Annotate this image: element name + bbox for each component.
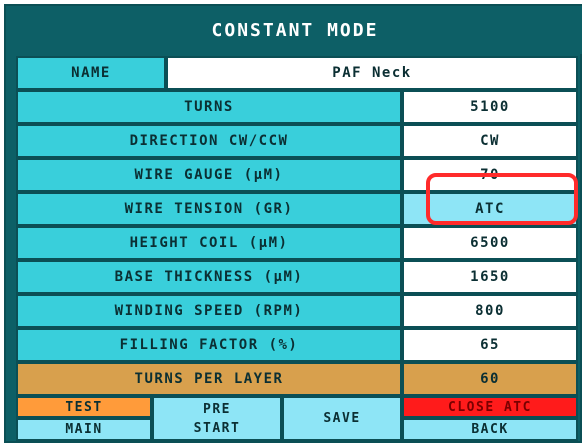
test-button[interactable]: TEST bbox=[16, 396, 152, 418]
pre-start-line2: START bbox=[193, 420, 241, 436]
highlight-box bbox=[426, 173, 578, 225]
param-label-base-thickness: BASE THICKNESS (µM) bbox=[16, 260, 402, 294]
param-value-height-coil[interactable]: 6500 bbox=[402, 226, 578, 260]
pre-start-button[interactable]: PRE START bbox=[152, 396, 282, 441]
pre-start-line1: PRE bbox=[203, 401, 231, 417]
param-label-turns: TURNS bbox=[16, 90, 402, 124]
name-field[interactable]: PAF Neck bbox=[166, 56, 578, 90]
param-value-direction[interactable]: CW bbox=[402, 124, 578, 158]
save-button[interactable]: SAVE bbox=[282, 396, 402, 441]
param-value-filling-factor[interactable]: 65 bbox=[402, 328, 578, 362]
close-atc-button[interactable]: CLOSE ATC bbox=[402, 396, 578, 418]
param-value-turns[interactable]: 5100 bbox=[402, 90, 578, 124]
param-label-winding-speed: WINDING SPEED (RPM) bbox=[16, 294, 402, 328]
param-value-winding-speed[interactable]: 800 bbox=[402, 294, 578, 328]
param-label-wire-tension: WIRE TENSION (GR) bbox=[16, 192, 402, 226]
param-label-turns-per-layer: TURNS PER LAYER bbox=[16, 362, 402, 396]
page-title: CONSTANT MODE bbox=[6, 6, 582, 54]
param-label-filling-factor: FILLING FACTOR (%) bbox=[16, 328, 402, 362]
param-label-wire-gauge: WIRE GAUGE (µM) bbox=[16, 158, 402, 192]
param-value-base-thickness[interactable]: 1650 bbox=[402, 260, 578, 294]
param-label-height-coil: HEIGHT COIL (µM) bbox=[16, 226, 402, 260]
back-button[interactable]: BACK bbox=[402, 418, 578, 441]
name-label: NAME bbox=[16, 56, 166, 90]
main-button[interactable]: MAIN bbox=[16, 418, 152, 441]
constant-mode-panel: CONSTANT MODE NAME PAF Neck TURNS 5100 D… bbox=[4, 4, 582, 443]
param-label-direction: DIRECTION CW/CCW bbox=[16, 124, 402, 158]
param-value-turns-per-layer[interactable]: 60 bbox=[402, 362, 578, 396]
